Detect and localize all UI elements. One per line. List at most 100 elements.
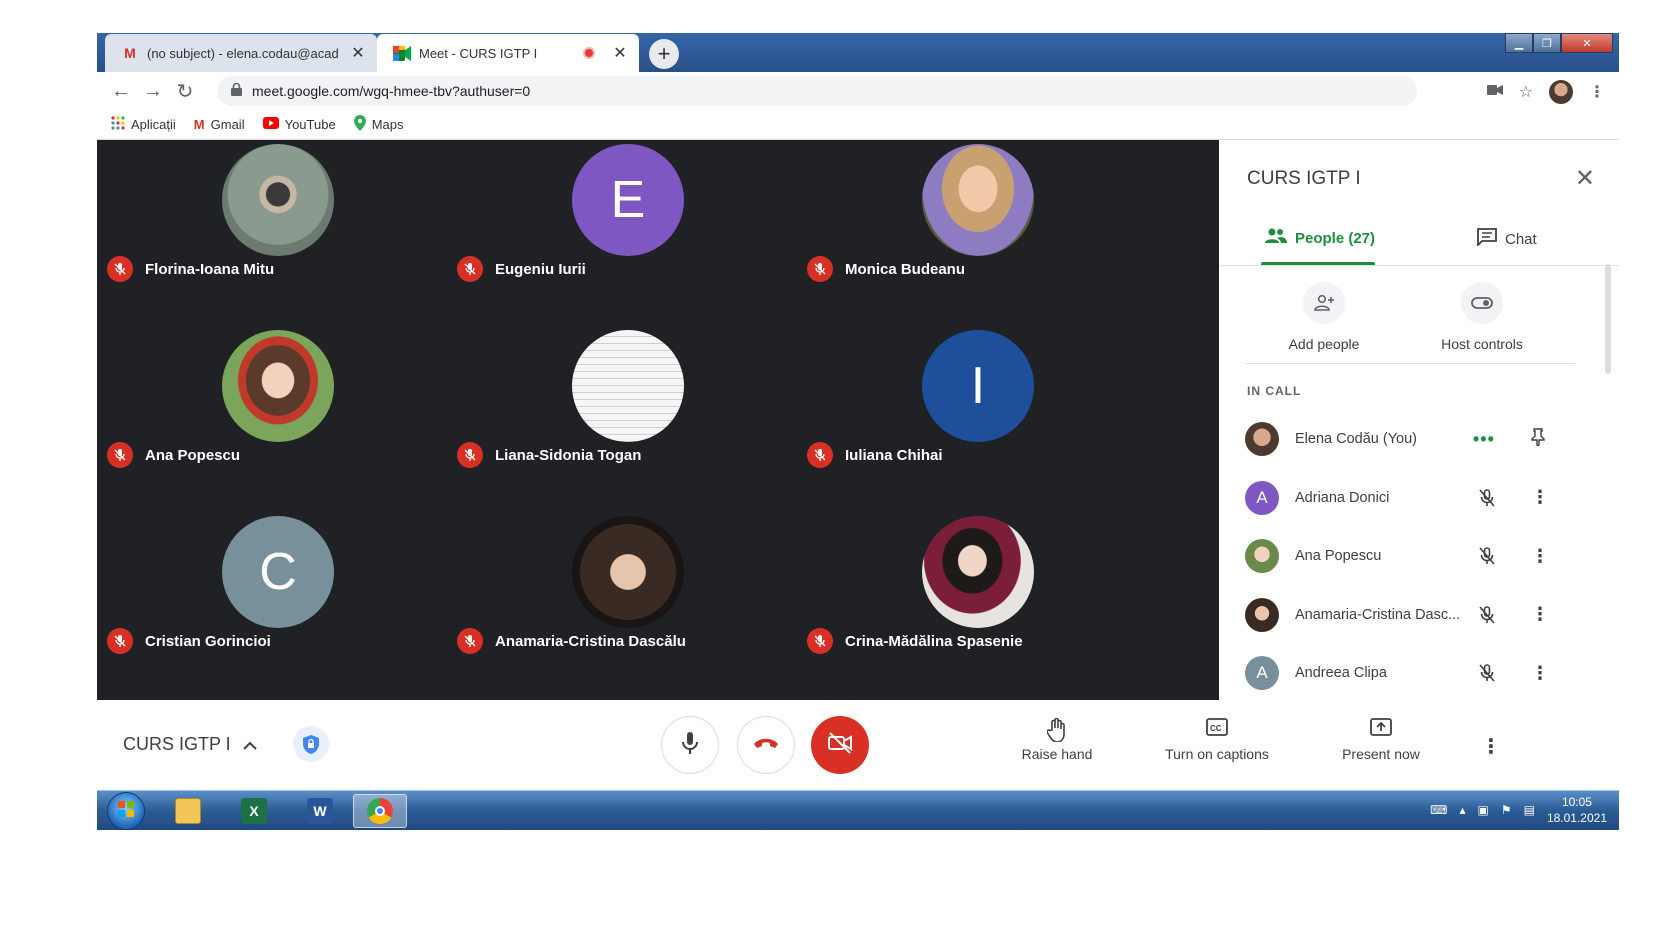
participant-name-text: Anamaria-Cristina Dascălu (495, 632, 686, 650)
more-options-icon[interactable]: ⋮ (1531, 487, 1549, 508)
avatar: A (1245, 480, 1279, 515)
bookmark-youtube[interactable]: YouTube (262, 117, 336, 132)
host-controls-button[interactable]: Host controls (1407, 282, 1557, 352)
participant-photo (922, 516, 1034, 628)
more-options-icon[interactable]: ⋮ (1531, 663, 1549, 684)
youtube-icon (262, 117, 279, 132)
minimize-icon[interactable]: ▁ (1505, 33, 1533, 53)
pin-icon[interactable] (1531, 428, 1545, 451)
camera-in-use-icon[interactable] (1486, 83, 1503, 101)
microphone-button[interactable] (661, 716, 719, 774)
people-list: Elena Codău (You) ••• A Adriana Donici ⋮… (1245, 410, 1595, 703)
host-shield-icon[interactable] (293, 726, 329, 762)
participant-tile[interactable]: I Iuliana Chihai (797, 326, 1171, 512)
bookmark-maps[interactable]: Maps (353, 115, 403, 134)
windows-taskbar: X W ⌨ ▴ ▣ ⚑ ▤ 10:05 18.01.2021 (97, 790, 1619, 830)
people-icon (1265, 228, 1287, 248)
raise-hand-button[interactable]: Raise hand (1015, 717, 1099, 762)
mic-off-icon (457, 628, 483, 654)
reload-icon[interactable]: ↻ (169, 79, 201, 104)
avatar-letter: A (1256, 663, 1268, 683)
keyboard-icon[interactable]: ⌨ (1430, 803, 1447, 817)
tab-meet[interactable]: Meet - CURS IGTP I ✕ (377, 34, 639, 72)
participant-name-text: Florina-Ioana Mitu (145, 260, 275, 278)
tab-gmail[interactable]: M (no subject) - elena.codau@acad ✕ (105, 34, 377, 72)
panel-tabs: People (27) Chat (1219, 216, 1619, 266)
person-name: Anamaria-Cristina Dasc... (1295, 606, 1461, 623)
start-button[interactable] (107, 792, 145, 830)
mic-off-icon (1477, 663, 1497, 683)
forward-icon[interactable]: → (137, 80, 169, 103)
camera-button[interactable] (811, 716, 869, 774)
bookmark-apps[interactable]: Aplicații (111, 116, 176, 133)
participant-name-text: Cristian Gorincioi (145, 632, 271, 650)
participant-tile[interactable]: Liana-Sidonia Togan (447, 326, 821, 512)
more-options-icon[interactable]: ⋮ (1481, 734, 1501, 759)
leave-call-button[interactable] (737, 716, 795, 774)
participant-tile[interactable]: Monica Budeanu (797, 140, 1171, 326)
participant-name-text: Eugeniu Iurii (495, 260, 586, 278)
list-item[interactable]: Anamaria-Cristina Dasc... ⋮ (1245, 586, 1595, 645)
panel-scrollbar[interactable] (1605, 264, 1611, 374)
participant-tile[interactable]: Crina-Mădălina Spasenie (797, 512, 1171, 698)
gmail-icon: M (193, 117, 205, 132)
list-item[interactable]: Ana Popescu ⋮ (1245, 527, 1595, 586)
taskbar-chrome[interactable] (353, 794, 407, 828)
raise-hand-label: Raise hand (1021, 746, 1093, 762)
participant-tile[interactable]: Ana Popescu (97, 326, 471, 512)
chevron-up-icon (242, 734, 257, 755)
close-panel-icon[interactable]: ✕ (1575, 164, 1595, 193)
bookmarks-bar: Aplicații M Gmail YouTube Maps (97, 110, 1619, 140)
more-dots-icon[interactable]: ••• (1473, 429, 1495, 450)
participant-tile[interactable]: E Eugeniu Iurii (447, 140, 821, 326)
recording-indicator-icon (583, 47, 595, 59)
tab-people[interactable]: People (27) (1265, 228, 1375, 248)
restore-icon[interactable]: ❐ (1533, 33, 1561, 53)
participant-photo (222, 144, 334, 256)
hang-up-icon (753, 736, 779, 754)
participant-tile[interactable]: Florina-Ioana Mitu (97, 140, 471, 326)
list-item[interactable]: A Andreea Clipa ⋮ (1245, 644, 1595, 703)
profile-avatar[interactable] (1549, 80, 1573, 104)
participant-name: Eugeniu Iurii (457, 256, 586, 282)
device-icon[interactable]: ▣ (1477, 803, 1488, 817)
more-options-icon[interactable]: ⋮ (1531, 546, 1549, 567)
bookmark-star-icon[interactable]: ☆ (1519, 82, 1533, 102)
participant-name: Iuliana Chihai (807, 442, 943, 468)
meeting-details-button[interactable]: CURS IGTP I (123, 734, 257, 755)
list-item[interactable]: Elena Codău (You) ••• (1245, 410, 1595, 469)
captions-button[interactable]: CC Turn on captions (1155, 718, 1279, 762)
close-window-icon[interactable]: ✕ (1561, 33, 1613, 53)
network-icon[interactable]: ▤ (1524, 803, 1535, 817)
tab-chat[interactable]: Chat (1477, 228, 1537, 250)
bookmark-gmail[interactable]: M Gmail (194, 117, 245, 132)
new-tab-button[interactable]: + (649, 39, 679, 69)
panel-title: CURS IGTP I (1247, 168, 1361, 189)
screen: M (no subject) - elena.codau@acad ✕ Meet… (97, 33, 1619, 888)
add-people-button[interactable]: Add people (1249, 282, 1399, 352)
browser-menu-icon[interactable]: ⋮ (1589, 82, 1605, 102)
clock[interactable]: 10:05 18.01.2021 (1547, 794, 1607, 826)
close-tab-icon[interactable]: ✕ (347, 43, 369, 63)
back-icon[interactable]: ← (105, 80, 137, 103)
close-tab-icon[interactable]: ✕ (609, 43, 631, 63)
browser-tabstrip: M (no subject) - elena.codau@acad ✕ Meet… (97, 33, 1619, 72)
show-hidden-icons-icon[interactable]: ▴ (1459, 803, 1465, 817)
taskbar-explorer[interactable] (161, 794, 215, 828)
participant-name: Cristian Gorincioi (107, 628, 271, 654)
panel-actions: Add people Host controls (1245, 274, 1575, 364)
tab-title: Meet - CURS IGTP I (419, 45, 538, 61)
active-tab-indicator (1261, 262, 1375, 265)
participant-tile[interactable]: Anamaria-Cristina Dascălu (447, 512, 821, 698)
participant-tile[interactable]: C Cristian Gorincioi (97, 512, 471, 698)
taskbar-word[interactable]: W (293, 794, 347, 828)
participant-name: Florina-Ioana Mitu (107, 256, 274, 282)
url-text: meet.google.com/wgq-hmee-tbv?authuser=0 (252, 83, 531, 99)
action-center-flag-icon[interactable]: ⚑ (1501, 803, 1512, 817)
address-bar[interactable]: meet.google.com/wgq-hmee-tbv?authuser=0 (217, 76, 1417, 106)
list-item[interactable]: A Adriana Donici ⋮ (1245, 469, 1595, 528)
more-options-icon[interactable]: ⋮ (1531, 604, 1549, 625)
present-now-button[interactable]: Present now (1333, 718, 1429, 762)
participant-name: Anamaria-Cristina Dascălu (457, 628, 686, 654)
taskbar-excel[interactable]: X (227, 794, 281, 828)
